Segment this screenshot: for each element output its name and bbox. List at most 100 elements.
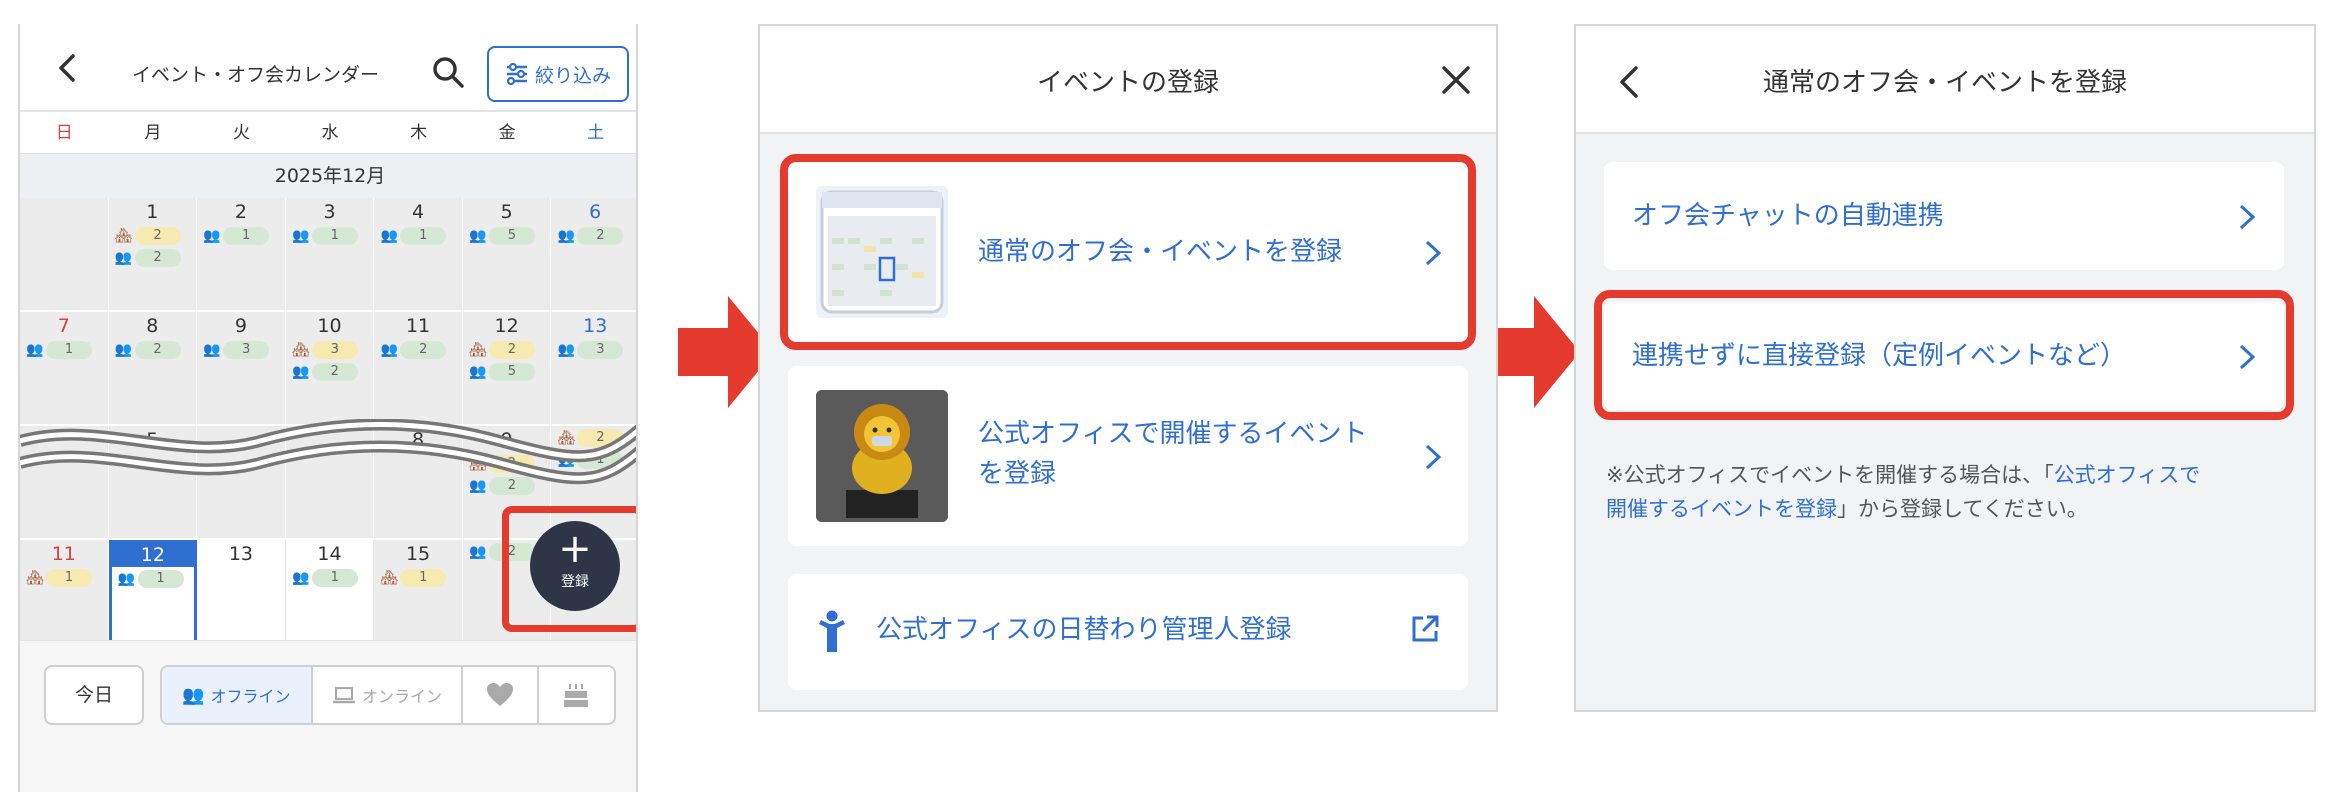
calendar-day-cell[interactable]: 3 👥 1	[285, 198, 375, 311]
event-count-badge: 2	[577, 227, 624, 245]
daily-manager-option[interactable]: 公式オフィスの日替わり管理人登録	[788, 574, 1468, 690]
note-text-1: ※公式オフィスでイベントを開催する場合は、「	[1606, 463, 2054, 487]
sliders-icon	[506, 63, 527, 85]
auto-link-chat-label: オフ会チャットの自動連携	[1632, 201, 1944, 231]
calendar-day-cell[interactable]: 11 🏘 1	[20, 540, 109, 640]
calendar-day-cell[interactable]: 11 👥 2	[374, 312, 463, 425]
event-count-badge: 3	[223, 341, 270, 359]
note-link-2[interactable]: 開催するイベントを登録	[1606, 497, 1837, 521]
office-building-icon: 🏘	[291, 342, 310, 358]
event-count-badge: 3	[577, 341, 624, 359]
event-count-badge: 1	[311, 227, 358, 245]
event-indicator: 👥 5	[467, 362, 551, 382]
office-building-icon: 🏘	[114, 228, 133, 244]
register-header: 通常のオフ会・イベントを登録	[1576, 26, 2314, 134]
day-number: 11	[405, 315, 431, 337]
event-count-badge: 1	[46, 569, 92, 587]
day-number: 3	[323, 201, 336, 223]
calendar-day-cell[interactable]: 12 🏘 2 👥 5	[462, 312, 552, 425]
day-number: 1	[146, 201, 159, 223]
search-icon[interactable]	[430, 54, 466, 90]
chevron-right-icon	[2239, 204, 2256, 230]
lion-statue-thumbnail	[816, 390, 948, 522]
event-count-badge: 2	[134, 341, 181, 359]
calendar-day-cell[interactable]	[20, 198, 109, 311]
heart-icon	[487, 683, 514, 706]
lion-statue-image	[816, 390, 948, 522]
online-label: オンライン	[362, 687, 443, 706]
people-icon: 👥	[380, 228, 398, 244]
event-indicator: 👥 5	[467, 226, 551, 246]
office-building-icon: 🏘	[380, 570, 399, 586]
event-count-badge: 2	[400, 341, 447, 359]
official-office-event-line2: を登録	[978, 459, 1057, 489]
event-count-badge: 2	[488, 341, 535, 359]
event-indicator: 👥 1	[116, 569, 195, 589]
register-fab-button[interactable]: + 登録	[530, 521, 620, 611]
event-indicator: 👥 2	[378, 340, 462, 360]
back-icon[interactable]	[50, 50, 86, 86]
event-indicator: 👥 1	[378, 226, 462, 246]
day-number: 5	[500, 201, 513, 223]
event-indicator: 👥 2	[113, 248, 197, 268]
people-icon: 👥	[203, 342, 221, 358]
people-icon: 👥	[291, 364, 310, 380]
laptop-icon	[333, 687, 355, 704]
calendar-day-cell[interactable]: 12 👥 1	[108, 540, 198, 640]
close-icon[interactable]	[1438, 62, 1474, 98]
people-icon: 👥	[117, 571, 136, 587]
calendar-day-cell[interactable]: 13	[197, 540, 286, 640]
today-button[interactable]: 今日	[44, 665, 144, 725]
event-indicator: 🏘 2	[467, 340, 551, 360]
calendar-day-cell[interactable]: 4 👥 1	[374, 198, 463, 311]
normal-event-register-panel: 通常のオフ会・イベントを登録 オフ会チャットの自動連携 連携せずに直接登録（定例…	[1574, 24, 2316, 712]
official-office-event-option[interactable]: 公式オフィスで開催するイベント を登録	[788, 366, 1468, 546]
official-office-event-line1: 公式オフィスで開催するイベント	[978, 419, 1368, 449]
people-icon: 👥	[469, 228, 487, 244]
people-icon: 👥	[469, 544, 487, 560]
calendar-day-cell[interactable]: 14 👥 1	[285, 540, 375, 640]
people-icon: 👥	[469, 364, 487, 380]
people-icon: 👥	[114, 250, 133, 266]
event-count-badge: 5	[488, 227, 535, 245]
event-indicator: 👥 2	[113, 340, 197, 360]
weekday-header: 日 月 火 水 木 金 土	[20, 112, 636, 154]
note-link-1[interactable]: 公式オフィスで	[2054, 463, 2201, 487]
weekday-sun: 日	[55, 123, 73, 143]
calendar-footer: 今日 👥 オフライン オンライン	[20, 640, 636, 792]
offline-toggle[interactable]: 👥 オフライン	[162, 667, 313, 723]
weekday-wed: 水	[321, 123, 339, 143]
event-indicator: 🏘 1	[24, 568, 108, 588]
dialog-header: イベントの登録	[760, 26, 1496, 134]
day-number: 8	[146, 315, 159, 337]
event-indicator: 👥 1	[290, 568, 374, 588]
event-count-badge: 2	[134, 249, 181, 267]
day-number: 13	[228, 543, 254, 565]
event-indicator: 👥 1	[201, 226, 285, 246]
birthday-toggle[interactable]	[539, 667, 614, 723]
note-text-2: 」から登録してください。	[1837, 497, 2088, 521]
favorite-toggle[interactable]	[463, 667, 539, 723]
people-icon: 👥	[380, 342, 398, 358]
calendar-day-cell[interactable]: 6 👥 2	[551, 198, 636, 311]
people-icon: 👥	[557, 342, 576, 358]
calendar-day-cell[interactable]: 9 👥 3	[197, 312, 286, 425]
event-indicator: 👥 2	[290, 362, 374, 382]
calendar-day-cell[interactable]: 8 👥 2	[108, 312, 198, 425]
calendar-day-cell[interactable]: 1 🏘 2 👥 2	[108, 198, 198, 311]
calendar-day-cell[interactable]: 13 👥 3	[551, 312, 636, 425]
event-indicator: 🏘 1	[378, 568, 462, 588]
calendar-day-cell[interactable]: 5 👥 5	[462, 198, 552, 311]
auto-link-chat-option[interactable]: オフ会チャットの自動連携	[1604, 162, 2284, 270]
month-label: 2025年12月	[20, 154, 636, 198]
day-number: 13	[583, 315, 608, 337]
weekday-tue: 火	[232, 123, 250, 143]
filter-button[interactable]: 絞り込み	[487, 46, 629, 102]
calendar-day-cell[interactable]: 2 👥 1	[197, 198, 286, 311]
calendar-day-cell[interactable]: 15 🏘 1	[374, 540, 463, 640]
day-number: 11	[51, 543, 76, 565]
calendar-day-cell[interactable]: 10 🏘 3 👥 2	[285, 312, 375, 425]
register-title: 通常のオフ会・イベントを登録	[1762, 68, 2127, 98]
online-toggle[interactable]: オンライン	[313, 667, 464, 723]
calendar-day-cell[interactable]: 7 👥 1	[20, 312, 109, 425]
